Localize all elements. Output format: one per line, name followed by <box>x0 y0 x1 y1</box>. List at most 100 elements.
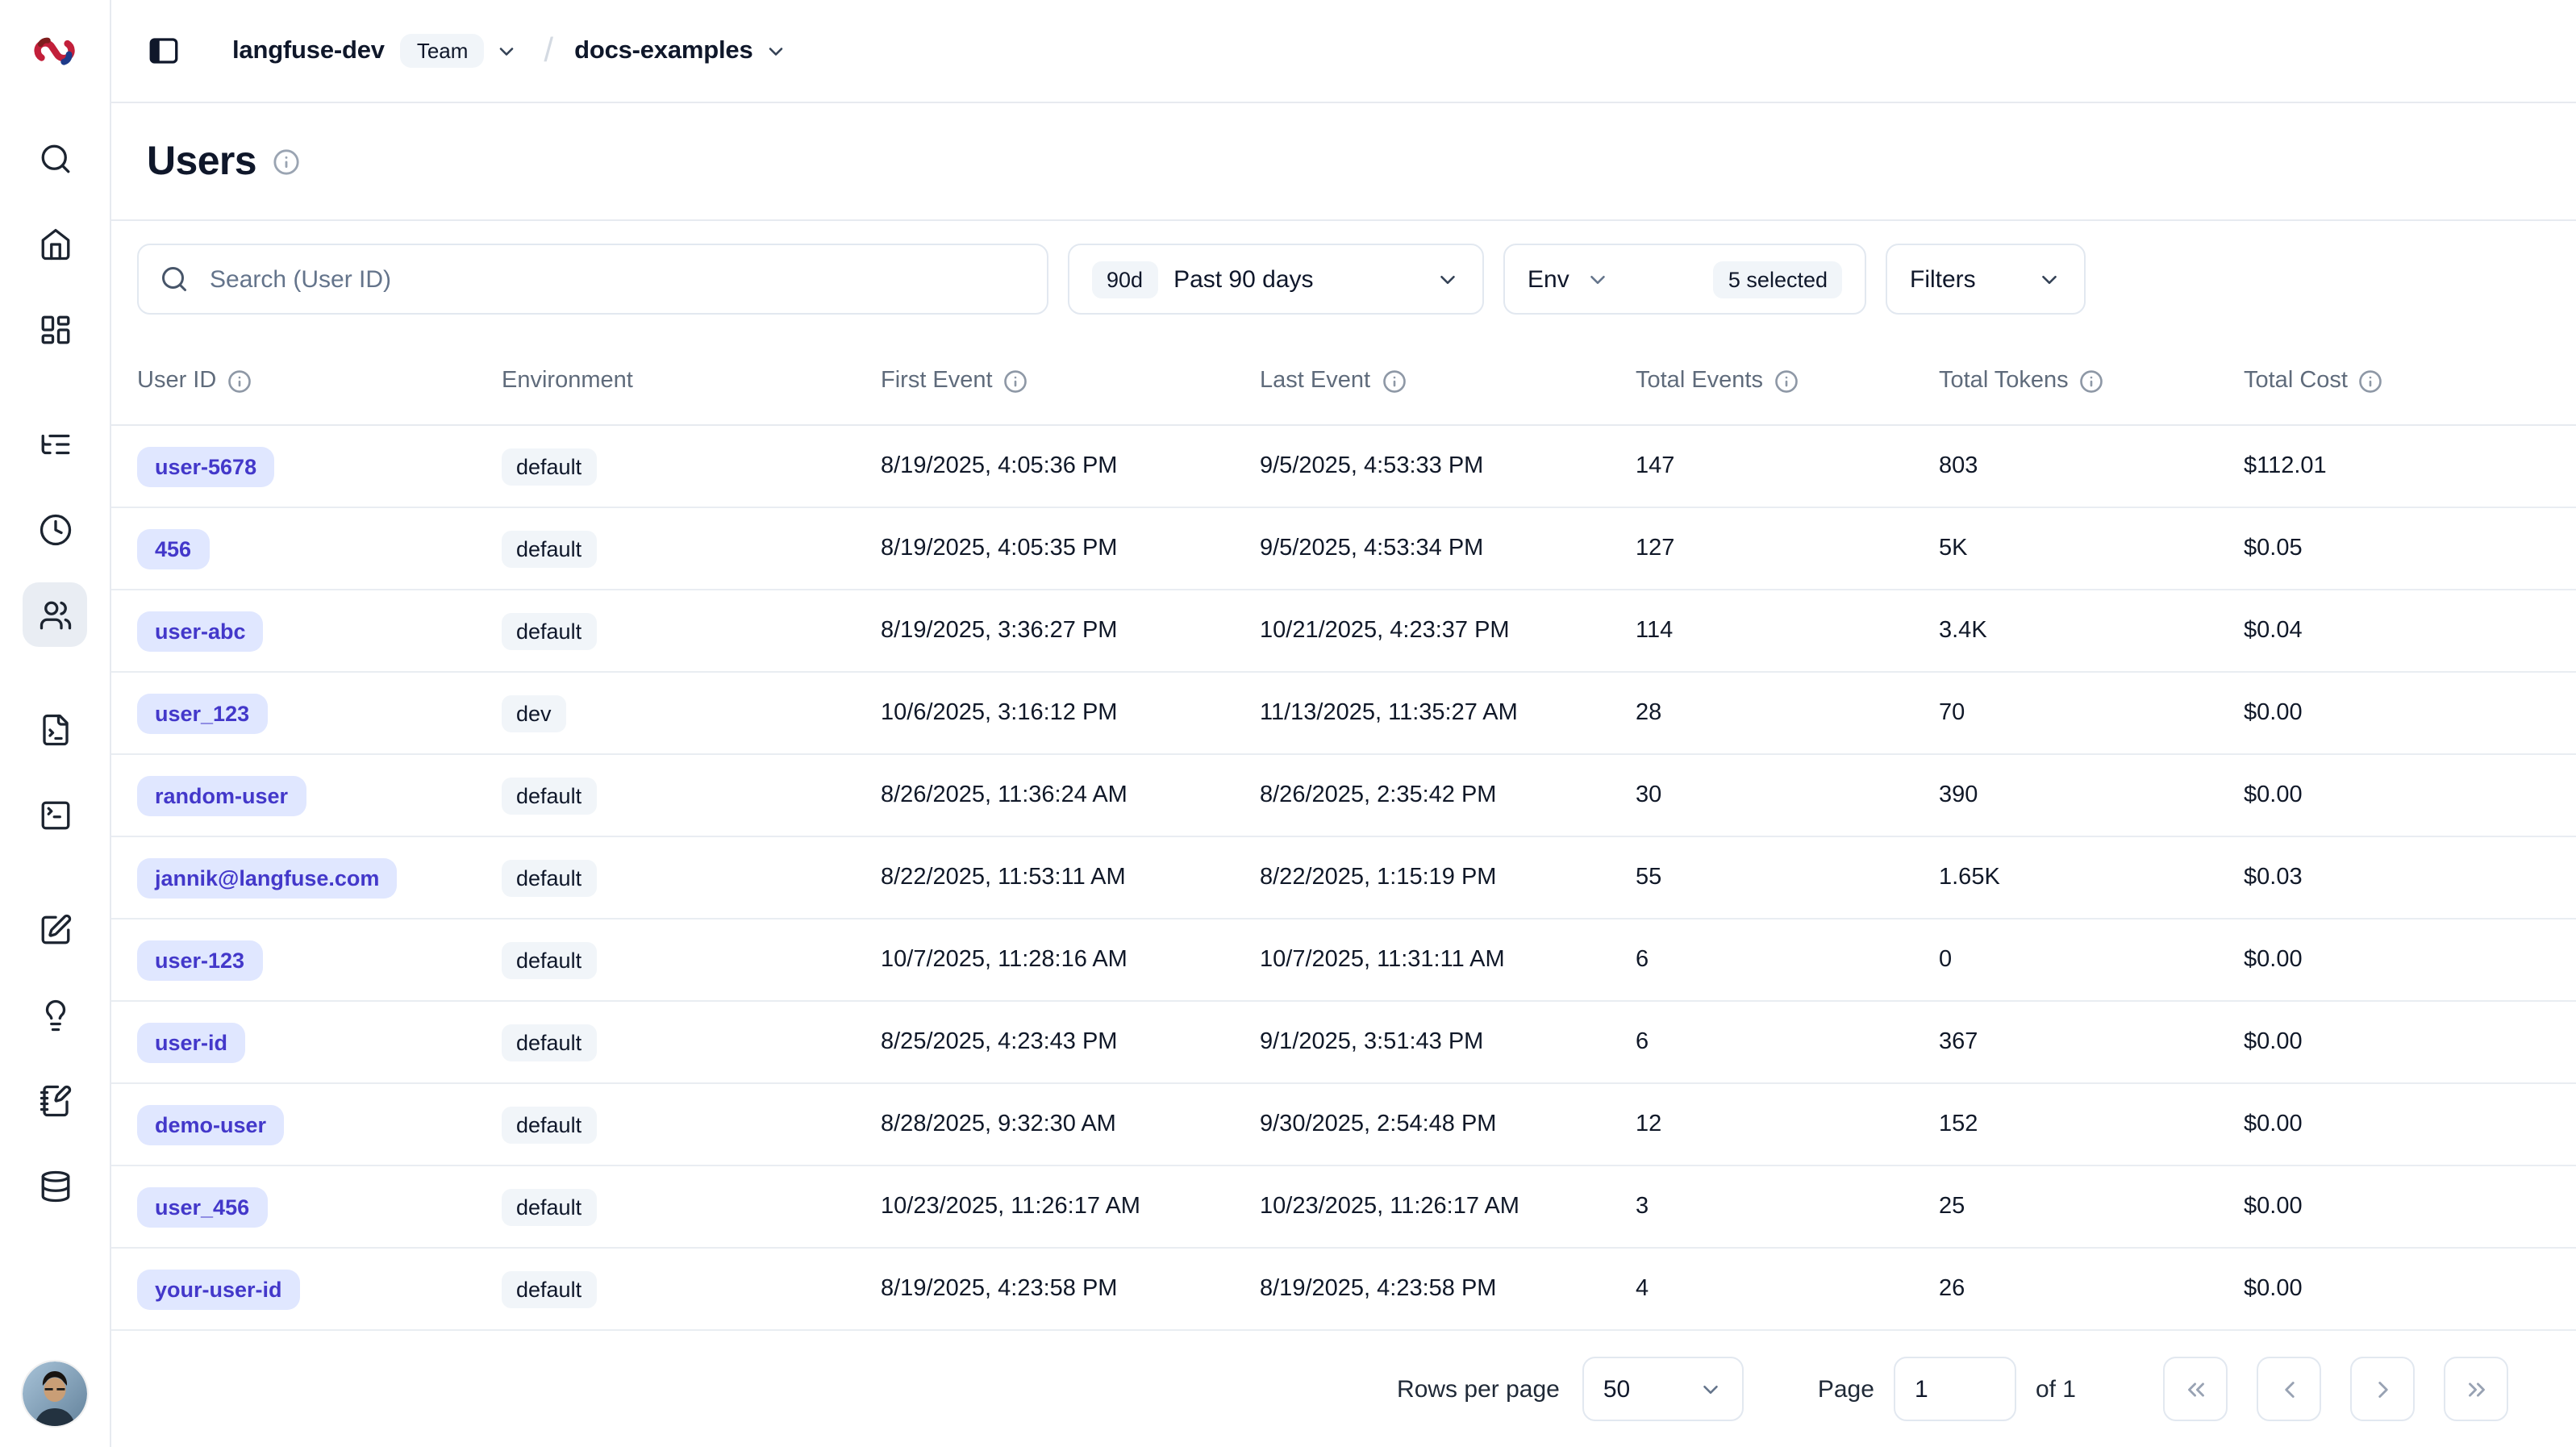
sidebar <box>0 0 111 1447</box>
table-row[interactable]: user_123 dev 10/6/2025, 3:16:12 PM 11/13… <box>111 673 2576 755</box>
info-icon <box>273 148 300 175</box>
chevron-down-icon <box>2037 267 2061 291</box>
file-terminal-icon <box>38 712 72 746</box>
user-id-badge[interactable]: user_456 <box>137 1186 267 1227</box>
table-row[interactable]: user-abc default 8/19/2025, 3:36:27 PM 1… <box>111 590 2576 673</box>
info-icon[interactable] <box>1004 369 1028 393</box>
panel-left-icon <box>147 34 181 68</box>
environment-badge: dev <box>502 694 566 732</box>
chevrons-right-icon <box>2462 1375 2490 1403</box>
clock-icon <box>38 512 72 546</box>
sidebar-toggle-button[interactable] <box>147 34 181 68</box>
table-body: user-5678 default 8/19/2025, 4:05:36 PM … <box>111 426 2576 1331</box>
table-row[interactable]: your-user-id default 8/19/2025, 4:23:58 … <box>111 1249 2576 1331</box>
total-cost-cell: $0.00 <box>2244 1276 2550 1302</box>
environment-badge: default <box>502 530 596 567</box>
first-event-cell: 8/22/2025, 11:53:11 AM <box>881 865 1260 890</box>
previous-page-button[interactable] <box>2257 1357 2321 1421</box>
sidebar-item-dashboards[interactable] <box>23 297 87 361</box>
search-icon <box>160 265 189 294</box>
breadcrumb-org-name[interactable]: langfuse-dev <box>232 36 385 65</box>
info-icon[interactable] <box>1774 369 1799 393</box>
info-icon[interactable] <box>2080 369 2104 393</box>
column-label: First Event <box>881 368 993 394</box>
page-title-info-icon[interactable] <box>273 148 300 175</box>
environment-badge: default <box>502 859 596 896</box>
sidebar-item-tracing[interactable] <box>23 411 87 476</box>
env-filter-label: Env <box>1528 265 1569 293</box>
total-pages-label: of 1 <box>2036 1375 2076 1403</box>
date-range-button[interactable]: 90d Past 90 days <box>1068 244 1484 315</box>
user-avatar[interactable] <box>23 1362 87 1426</box>
sidebar-item-prompts[interactable] <box>23 697 87 761</box>
next-page-button[interactable] <box>2350 1357 2415 1421</box>
sidebar-item-annotation[interactable] <box>23 1068 87 1132</box>
last-event-cell: 10/23/2025, 11:26:17 AM <box>1260 1194 1636 1220</box>
total-tokens-cell: 25 <box>1939 1194 2244 1220</box>
chevron-down-icon[interactable] <box>765 40 787 62</box>
last-page-button[interactable] <box>2444 1357 2508 1421</box>
total-events-cell: 30 <box>1636 782 1939 808</box>
column-label: Last Event <box>1260 368 1370 394</box>
user-id-badge[interactable]: user-123 <box>137 940 262 980</box>
sidebar-item-sessions[interactable] <box>23 497 87 561</box>
table-row[interactable]: user-123 default 10/7/2025, 11:28:16 AM … <box>111 919 2576 1002</box>
chevrons-left-icon <box>2182 1375 2209 1403</box>
first-page-button[interactable] <box>2163 1357 2228 1421</box>
column-label: Total Cost <box>2244 368 2348 394</box>
column-label: User ID <box>137 368 216 394</box>
last-event-cell: 9/30/2025, 2:54:48 PM <box>1260 1111 1636 1137</box>
langfuse-logo[interactable] <box>31 0 79 102</box>
first-event-cell: 8/19/2025, 4:23:58 PM <box>881 1276 1260 1302</box>
user-id-badge[interactable]: jannik@langfuse.com <box>137 857 397 898</box>
table-row[interactable]: demo-user default 8/28/2025, 9:32:30 AM … <box>111 1084 2576 1166</box>
sidebar-item-home[interactable] <box>23 211 87 276</box>
environment-badge: default <box>502 941 596 978</box>
sidebar-item-users[interactable] <box>23 582 87 647</box>
info-icon[interactable] <box>2359 369 2383 393</box>
user-id-badge[interactable]: user-5678 <box>137 446 274 486</box>
user-id-badge[interactable]: user-id <box>137 1022 245 1062</box>
user-id-badge[interactable]: 456 <box>137 528 209 569</box>
user-id-badge[interactable]: demo-user <box>137 1104 284 1145</box>
page-number-input[interactable] <box>1894 1357 2016 1421</box>
square-pen-icon <box>38 912 72 946</box>
last-event-cell: 9/1/2025, 3:51:43 PM <box>1260 1029 1636 1055</box>
info-icon[interactable] <box>1382 369 1406 393</box>
total-events-cell: 3 <box>1636 1194 1939 1220</box>
first-event-cell: 10/6/2025, 3:16:12 PM <box>881 700 1260 726</box>
chevron-down-icon[interactable] <box>495 40 518 62</box>
table-row[interactable]: 456 default 8/19/2025, 4:05:35 PM 9/5/20… <box>111 508 2576 590</box>
search-input[interactable] <box>206 264 1026 294</box>
table-row[interactable]: user-id default 8/25/2025, 4:23:43 PM 9/… <box>111 1002 2576 1084</box>
sidebar-item-search[interactable] <box>23 126 87 190</box>
env-filter-button[interactable]: Env 5 selected <box>1503 244 1866 315</box>
filters-button[interactable]: Filters <box>1886 244 2086 315</box>
table-row[interactable]: user-5678 default 8/19/2025, 4:05:36 PM … <box>111 426 2576 508</box>
user-id-badge[interactable]: user_123 <box>137 693 267 733</box>
sidebar-item-judge[interactable] <box>23 982 87 1047</box>
user-id-badge[interactable]: your-user-id <box>137 1269 300 1309</box>
last-event-cell: 8/26/2025, 2:35:42 PM <box>1260 782 1636 808</box>
user-id-badge[interactable]: user-abc <box>137 611 264 651</box>
sidebar-item-playground[interactable] <box>23 782 87 847</box>
breadcrumb-project-name[interactable]: docs-examples <box>574 36 752 65</box>
page-label: Page <box>1818 1375 1874 1403</box>
sidebar-item-evaluation[interactable] <box>23 897 87 961</box>
table-row[interactable]: user_456 default 10/23/2025, 11:26:17 AM… <box>111 1166 2576 1249</box>
total-cost-cell: $112.01 <box>2244 453 2550 479</box>
rows-per-page-select[interactable]: 50 <box>1582 1357 1744 1421</box>
column-header-first-event: First Event <box>881 368 1260 394</box>
table-toolbar: 90d Past 90 days Env 5 selected Filters <box>111 221 2576 337</box>
total-events-cell: 114 <box>1636 618 1939 644</box>
column-label: Total Tokens <box>1939 368 2069 394</box>
first-event-cell: 10/23/2025, 11:26:17 AM <box>881 1194 1260 1220</box>
total-cost-cell: $0.00 <box>2244 782 2550 808</box>
sidebar-item-datasets[interactable] <box>23 1153 87 1218</box>
total-cost-cell: $0.00 <box>2244 947 2550 973</box>
table-row[interactable]: random-user default 8/26/2025, 11:36:24 … <box>111 755 2576 837</box>
breadcrumb-separator: / <box>544 31 553 70</box>
table-row[interactable]: jannik@langfuse.com default 8/22/2025, 1… <box>111 837 2576 919</box>
info-icon[interactable] <box>227 369 252 393</box>
user-id-badge[interactable]: random-user <box>137 775 306 815</box>
